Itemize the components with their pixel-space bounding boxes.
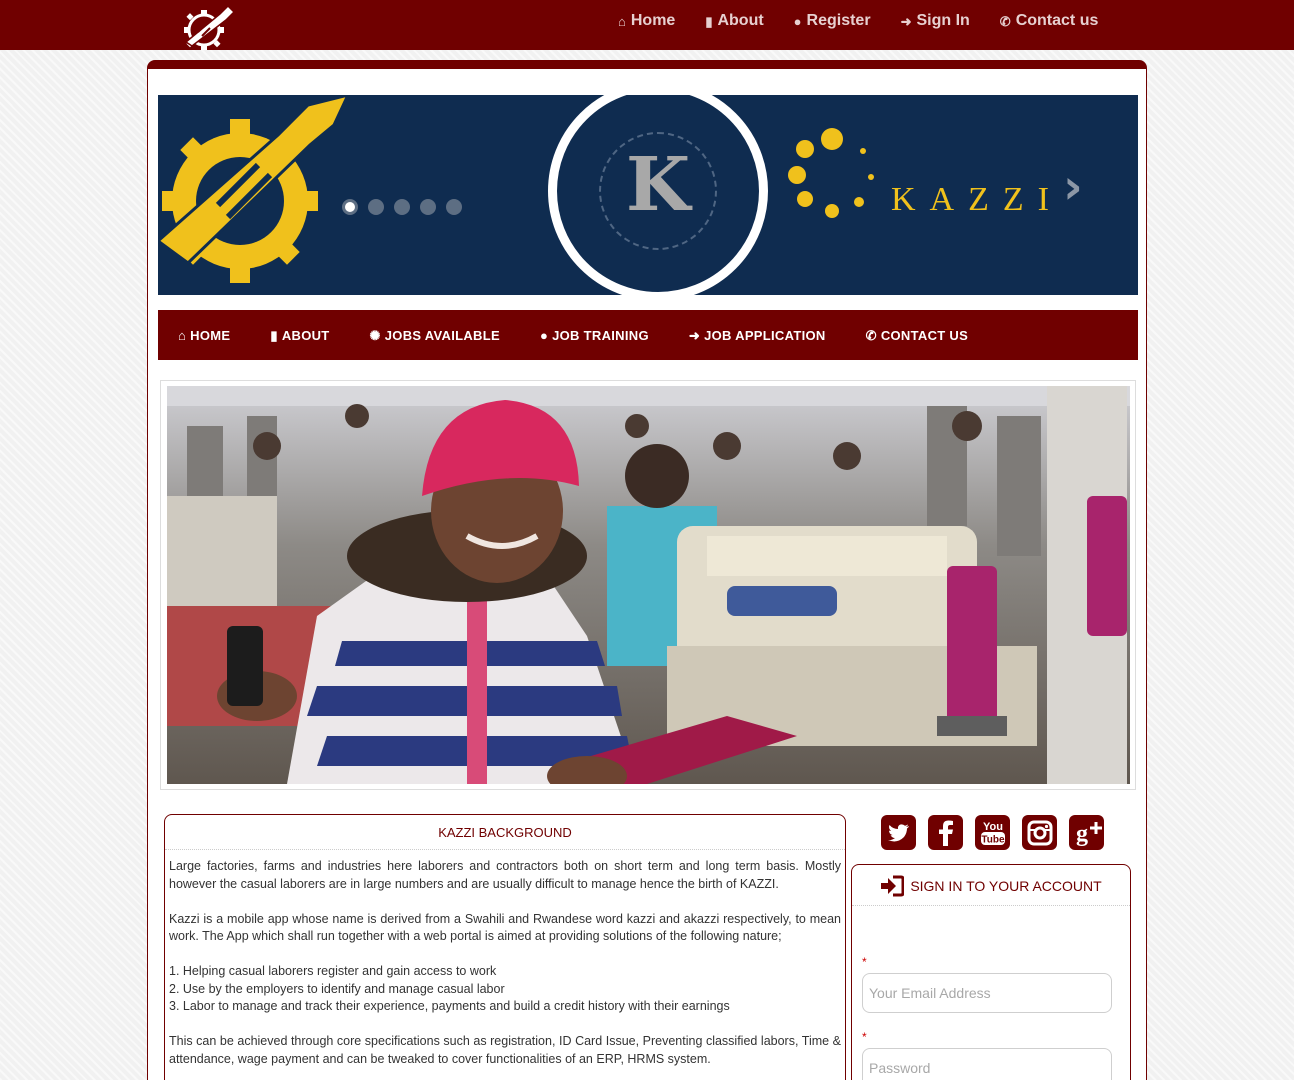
top-nav-about[interactable]: ▮ About [705, 12, 763, 30]
sign-in-title: SIGN IN TO YOUR ACCOUNT [910, 878, 1102, 894]
main-nav-label: HOME [190, 327, 231, 343]
background-paragraph-1: Large factories, farms and industries he… [169, 859, 841, 891]
carousel-dot[interactable] [394, 199, 410, 215]
background-solutions-list: 1. Helping casual laborers register and … [169, 963, 841, 1016]
svg-text:g: g [1076, 821, 1088, 846]
main-nav-contact-us[interactable]: ✆ CONTACT US [866, 328, 968, 343]
phone-icon: ✆ [865, 327, 877, 343]
required-marker: * [862, 1030, 867, 1044]
top-nav: ⌂ Home ▮ About ● Register ➜ Sign In ✆ Co… [618, 0, 1098, 42]
emblem-letter: K [625, 142, 691, 228]
user-icon: ● [539, 327, 549, 343]
svg-text:Tube: Tube [981, 834, 1005, 845]
kazzi-logo-icon[interactable] [176, 2, 238, 50]
sign-in-panel: SIGN IN TO YOUR ACCOUNT * * [851, 864, 1131, 1080]
top-nav-label: Sign In [916, 12, 970, 29]
brand-wordmark: KAZZI [891, 181, 1063, 218]
facebook-icon[interactable] [928, 815, 963, 850]
main-nav: ⌂ HOME ▮ ABOUT ✺ JOBS AVAILABLE ● JOB TR… [158, 310, 1138, 360]
top-nav-label: Contact us [1015, 12, 1099, 29]
home-icon: ⌂ [178, 327, 187, 343]
list-item: 1. Helping casual laborers register and … [169, 964, 497, 978]
main-nav-label: CONTACT US [880, 327, 969, 343]
hero-banner: K KAZZI › [158, 95, 1138, 295]
sign-in-icon: ➜ [688, 327, 701, 343]
carousel-dot[interactable] [368, 199, 384, 215]
background-panel: KAZZI BACKGROUND Large factories, farms … [164, 814, 846, 1080]
top-nav-sign-in[interactable]: ➜ Sign In [901, 12, 970, 30]
main-nav-job-application[interactable]: ➜ JOB APPLICATION [689, 328, 826, 343]
top-bar: ⌂ Home ▮ About ● Register ➜ Sign In ✆ Co… [0, 0, 1294, 50]
background-paragraph-2: Kazzi is a mobile app whose name is deri… [169, 911, 841, 944]
email-field[interactable] [862, 973, 1112, 1013]
user-icon: ● [793, 13, 802, 29]
list-item: 3. Labor to manage and track their exper… [169, 999, 730, 1013]
top-nav-contact[interactable]: ✆ Contact us [1000, 12, 1099, 30]
loader-dots-icon [788, 128, 874, 218]
password-field[interactable] [862, 1048, 1112, 1080]
sign-in-icon [881, 875, 905, 897]
instagram-icon[interactable] [1022, 815, 1057, 850]
main-nav-about[interactable]: ▮ ABOUT [270, 328, 329, 343]
background-paragraph-3: This can be achieved through core specif… [169, 1034, 841, 1066]
main-nav-label: JOB TRAINING [552, 327, 649, 343]
social-links: You Tube g [881, 815, 1104, 850]
background-body: Large factories, farms and industries he… [165, 850, 845, 1068]
top-nav-home[interactable]: ⌂ Home [618, 12, 675, 30]
spinner-icon: ✺ [369, 327, 381, 343]
phone-icon: ✆ [999, 13, 1011, 29]
carousel-dot[interactable] [420, 199, 436, 215]
list-item: 2. Use by the employers to identify and … [169, 981, 505, 996]
top-nav-label: Home [630, 12, 676, 29]
main-nav-job-training[interactable]: ● JOB TRAINING [540, 328, 649, 343]
sign-in-title-row: SIGN IN TO YOUR ACCOUNT [852, 865, 1130, 906]
main-nav-label: ABOUT [281, 327, 330, 343]
top-nav-label: Register [806, 12, 871, 29]
file-icon: ▮ [705, 13, 713, 29]
carousel-dot[interactable] [446, 199, 462, 215]
carousel-dot[interactable] [342, 199, 358, 215]
k-emblem: K [548, 95, 768, 295]
feature-photo-frame [160, 380, 1136, 790]
twitter-icon[interactable] [881, 815, 916, 850]
top-nav-register[interactable]: ● Register [794, 12, 871, 30]
sign-in-icon: ➜ [900, 13, 912, 29]
home-icon: ⌂ [618, 13, 626, 29]
gear-wrench-logo-icon [158, 95, 350, 283]
main-nav-jobs-available[interactable]: ✺ JOBS AVAILABLE [370, 328, 500, 343]
google-plus-icon[interactable]: g [1069, 815, 1104, 850]
carousel-next-icon[interactable]: › [1063, 159, 1083, 215]
factory-worker-photo [167, 386, 1130, 784]
youtube-icon[interactable]: You Tube [975, 815, 1010, 850]
main-nav-label: JOB APPLICATION [704, 327, 826, 343]
svg-text:You: You [983, 821, 1003, 833]
carousel-indicators [342, 199, 462, 215]
main-container: K KAZZI › ⌂ HOME ▮ ABOUT ✺ JOBS AVAILABL… [147, 60, 1147, 1080]
file-icon: ▮ [270, 327, 278, 343]
background-title: KAZZI BACKGROUND [165, 815, 845, 850]
main-nav-home[interactable]: ⌂ HOME [178, 328, 230, 343]
required-marker: * [862, 955, 867, 969]
main-nav-label: JOBS AVAILABLE [384, 327, 500, 343]
top-nav-label: About [717, 12, 764, 29]
